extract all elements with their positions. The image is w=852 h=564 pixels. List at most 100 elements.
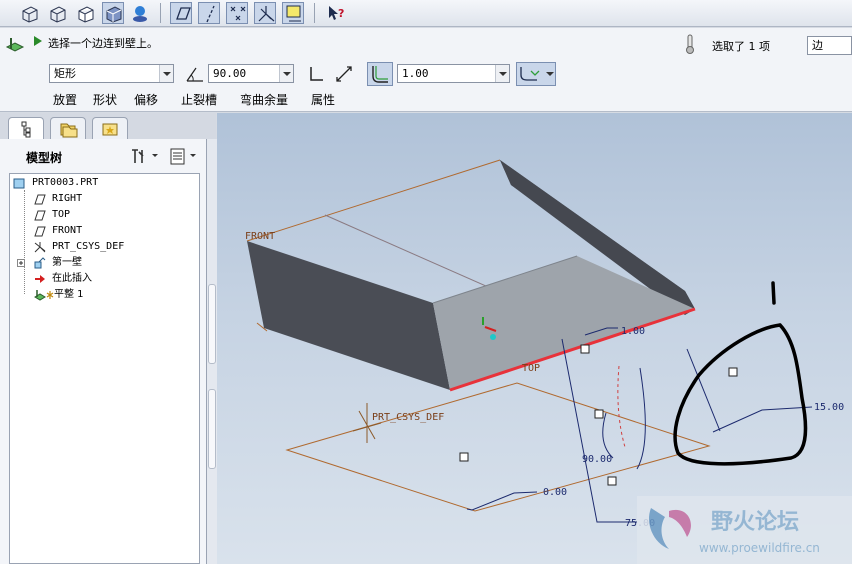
first-wall-icon — [34, 257, 46, 269]
drag-handle[interactable] — [728, 367, 738, 377]
tree-item-label: 平整 1 — [54, 289, 84, 300]
display-hidden-line-button[interactable] — [46, 2, 68, 24]
display-no-hidden-button[interactable] — [74, 2, 96, 24]
drag-handle[interactable] — [459, 452, 469, 462]
top-plane-edge — [285, 382, 711, 512]
drag-handle[interactable] — [607, 476, 617, 486]
radius-side-icon — [520, 67, 554, 81]
model-tree-title: 模型树 — [26, 151, 63, 165]
tree-item-top[interactable]: TOP — [10, 207, 199, 223]
tree-item-label: 第一壁 — [52, 257, 82, 268]
shape-select[interactable]: 矩形 — [49, 64, 174, 83]
tree-settings-button[interactable] — [128, 146, 162, 166]
tab-relief[interactable]: 止裂槽 — [181, 91, 217, 108]
left-wall[interactable] — [247, 241, 450, 390]
tree-item-label: RIGHT — [52, 193, 83, 204]
bend-radius-toggle[interactable] — [367, 62, 393, 86]
tree-item-flat-wall[interactable]: 平整 1 — [10, 287, 199, 303]
tab-favorites[interactable] — [92, 117, 128, 139]
tree-item-label: 在此插入 — [52, 273, 92, 284]
offset-dimension[interactable]: 0.00 — [543, 487, 567, 498]
feature-dashboard: 选择一个边连到壁上。 选取了 1 项 边 矩形 90.00 1.00 放置 形状 — [0, 28, 852, 112]
csys-marker — [352, 403, 382, 443]
thickness-input-value: 1.00 — [402, 67, 429, 80]
message-prompt: 选择一个边连到壁上。 — [48, 37, 158, 50]
thickness-dimension[interactable]: 1.00 — [621, 326, 645, 337]
model-tree-icon — [21, 121, 31, 138]
drag-handle[interactable] — [580, 344, 590, 354]
angle-dimension[interactable]: 90.00 — [582, 454, 612, 465]
drag-handle[interactable] — [594, 409, 604, 419]
favorites-icon — [102, 123, 118, 136]
tree-item-label: FRONT — [52, 225, 83, 236]
height-dimension[interactable]: 15.00 — [814, 402, 844, 413]
selection-filter-select[interactable]: 边 — [807, 36, 852, 55]
panel-sash[interactable] — [207, 139, 217, 564]
tab-model-tree[interactable] — [8, 117, 44, 140]
insert-here-arrow-icon — [34, 273, 46, 285]
list-icon — [170, 148, 196, 165]
tab-folder-browser[interactable] — [50, 117, 86, 139]
tree-item-label: PRT0003.PRT — [32, 177, 99, 188]
expand-icon[interactable] — [17, 259, 25, 267]
tab-properties[interactable]: 属性 — [311, 91, 335, 108]
tree-show-button[interactable] — [168, 146, 202, 166]
context-help-button[interactable]: ? — [324, 2, 346, 24]
front-plane-label: FRONT — [245, 231, 275, 242]
tree-item-label: PRT_CSYS_DEF — [52, 241, 125, 252]
datum-planes-toggle[interactable] — [170, 2, 192, 24]
flip-direction-button[interactable] — [332, 62, 354, 84]
angle-preview-arc — [617, 365, 626, 448]
tree-item-part[interactable]: PRT0003.PRT — [10, 175, 199, 191]
toolbar-separator — [314, 3, 315, 23]
csys-label: PRT_CSYS_DEF — [372, 412, 444, 423]
model-tree-panel: 模型树 PRT0003.PRT RIGHT TOP FRONT PRT_CSYS… — [0, 139, 207, 564]
navigator-tabs — [0, 113, 216, 140]
display-wireframe-button[interactable] — [18, 2, 40, 24]
sash-grip[interactable] — [208, 389, 216, 469]
model-tree: PRT0003.PRT RIGHT TOP FRONT PRT_CSYS_DEF… — [9, 173, 200, 564]
chevron-down-icon[interactable] — [279, 65, 293, 82]
chevron-down-icon[interactable] — [159, 65, 173, 82]
bend-radius-icon — [372, 66, 388, 83]
annotations-toggle[interactable] — [282, 2, 304, 24]
svg-text:?: ? — [338, 7, 344, 20]
sash-grip[interactable] — [208, 284, 216, 364]
tab-bend-allowance[interactable]: 弯曲余量 — [240, 91, 288, 108]
tab-shape[interactable]: 形状 — [93, 91, 117, 108]
bend-side-icon — [310, 67, 323, 81]
bend-side-button[interactable] — [305, 62, 327, 84]
tree-item-front[interactable]: FRONT — [10, 223, 199, 239]
tab-placement[interactable]: 放置 — [53, 91, 77, 108]
tree-item-first-wall[interactable]: 第一壁 — [10, 255, 199, 271]
annotation-icon — [286, 5, 301, 22]
no-hidden-cube-icon — [78, 6, 94, 23]
angle-input[interactable]: 90.00 — [208, 64, 294, 83]
watermark-url: www.proewildfire.cn — [699, 541, 820, 555]
model-scene[interactable]: FRONT TOP PRT_CSYS_DEF 1.00 90.00 75.00 … — [217, 113, 852, 564]
tree-item-csys[interactable]: PRT_CSYS_DEF — [10, 239, 199, 255]
tree-item-right[interactable]: RIGHT — [10, 191, 199, 207]
bend-angle-icon — [186, 67, 203, 82]
datum-axis-icon — [206, 5, 215, 23]
datum-plane-icon — [176, 7, 191, 20]
tab-offset[interactable]: 偏移 — [134, 91, 158, 108]
tree-item-insert-here[interactable]: 在此插入 — [10, 271, 199, 287]
thickness-input[interactable]: 1.00 — [397, 64, 510, 83]
saved-views-button[interactable] — [128, 2, 150, 24]
new-feature-star-icon — [46, 290, 54, 302]
shaded-cube-icon — [106, 6, 122, 23]
flat-wall-icon — [34, 289, 46, 301]
chevron-down-icon[interactable] — [495, 65, 509, 82]
part-icon — [13, 177, 25, 189]
help-cursor-icon: ? — [329, 6, 344, 20]
folder-icon — [60, 123, 78, 138]
graphics-window[interactable]: FRONT TOP PRT_CSYS_DEF 1.00 90.00 75.00 … — [217, 113, 852, 564]
datum-axes-toggle[interactable] — [198, 2, 220, 24]
coordinate-systems-toggle[interactable] — [254, 2, 276, 24]
datum-plane-icon — [34, 209, 46, 221]
display-shading-button[interactable] — [102, 2, 124, 24]
datum-points-toggle[interactable] — [226, 2, 248, 24]
selection-filter-value: 边 — [812, 39, 823, 52]
radius-side-dropdown[interactable] — [516, 62, 556, 86]
